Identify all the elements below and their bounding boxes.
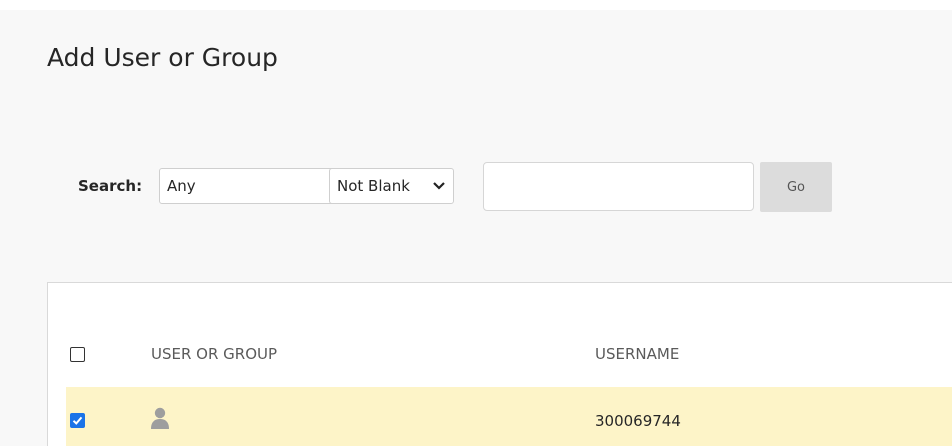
- top-strip: [0, 0, 952, 10]
- field-select-value: Any: [167, 177, 196, 195]
- checkmark-icon: [72, 416, 83, 425]
- chevron-down-icon: [433, 182, 445, 190]
- results-panel: USER OR GROUP USERNAME 300069744: [47, 282, 952, 446]
- username-cell: 300069744: [595, 412, 681, 430]
- add-user-or-group-page: Add User or Group Search: Any Not Blank …: [0, 0, 952, 446]
- search-label: Search:: [78, 177, 143, 195]
- operator-select[interactable]: Not Blank: [329, 168, 454, 204]
- column-header-username[interactable]: USERNAME: [595, 344, 679, 364]
- search-input[interactable]: [483, 162, 754, 211]
- go-button[interactable]: Go: [760, 162, 832, 212]
- table-header-row: USER OR GROUP USERNAME: [48, 335, 952, 373]
- page-title: Add User or Group: [47, 43, 278, 72]
- operator-select-value: Not Blank: [337, 177, 410, 195]
- select-all-checkbox[interactable]: [70, 347, 85, 362]
- table-row[interactable]: 300069744: [66, 387, 952, 446]
- user-silhouette-icon: [151, 407, 169, 429]
- row-checkbox[interactable]: [70, 413, 85, 428]
- column-header-user-or-group[interactable]: USER OR GROUP: [151, 344, 277, 364]
